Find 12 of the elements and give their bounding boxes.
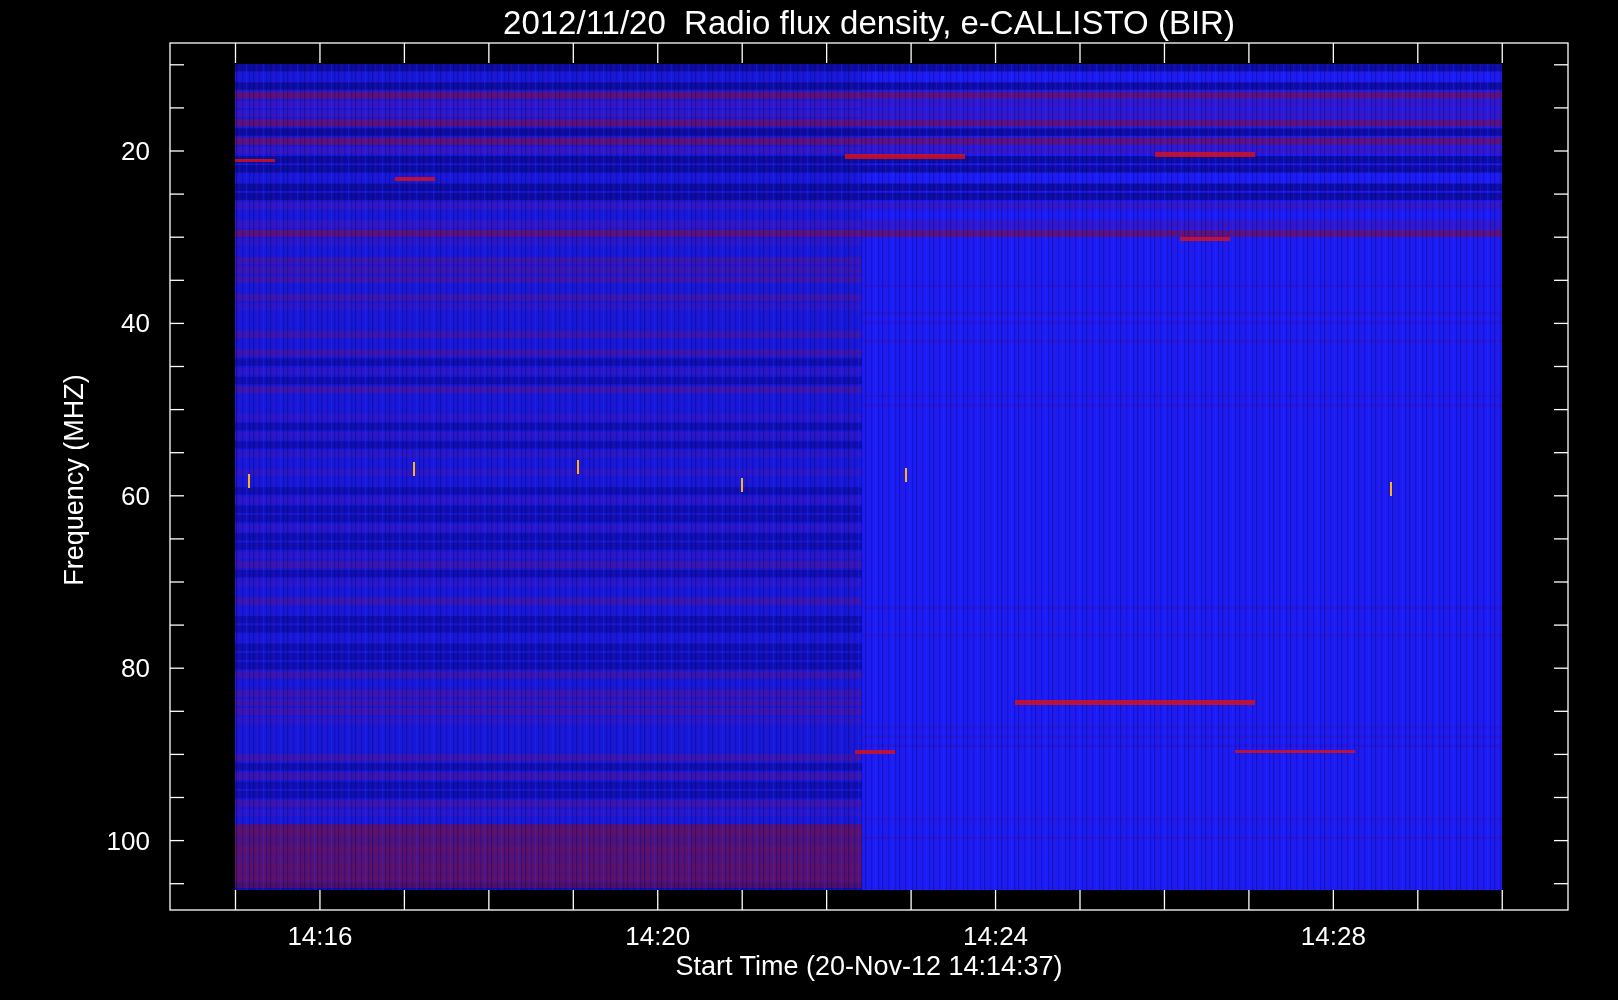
tick-label: 80: [121, 655, 150, 682]
axis-title: Frequency (MHZ): [60, 374, 88, 586]
tick-label: 60: [121, 482, 150, 509]
tick-label: 100: [106, 827, 150, 854]
tick-label: 20: [121, 138, 150, 164]
chart-title: 2012/11/20 Radio flux density, e-CALLISTO (BIR): [503, 5, 1235, 39]
tick-label: 14:16: [287, 923, 353, 949]
tick-label: 14:24: [963, 923, 1029, 949]
tick-label: 40: [121, 310, 150, 337]
axis-title: Start Time (20-Nov-12 14:14:37): [675, 952, 1063, 980]
tick-label: 14:28: [1300, 923, 1366, 949]
tick-label: 14:20: [625, 923, 691, 949]
